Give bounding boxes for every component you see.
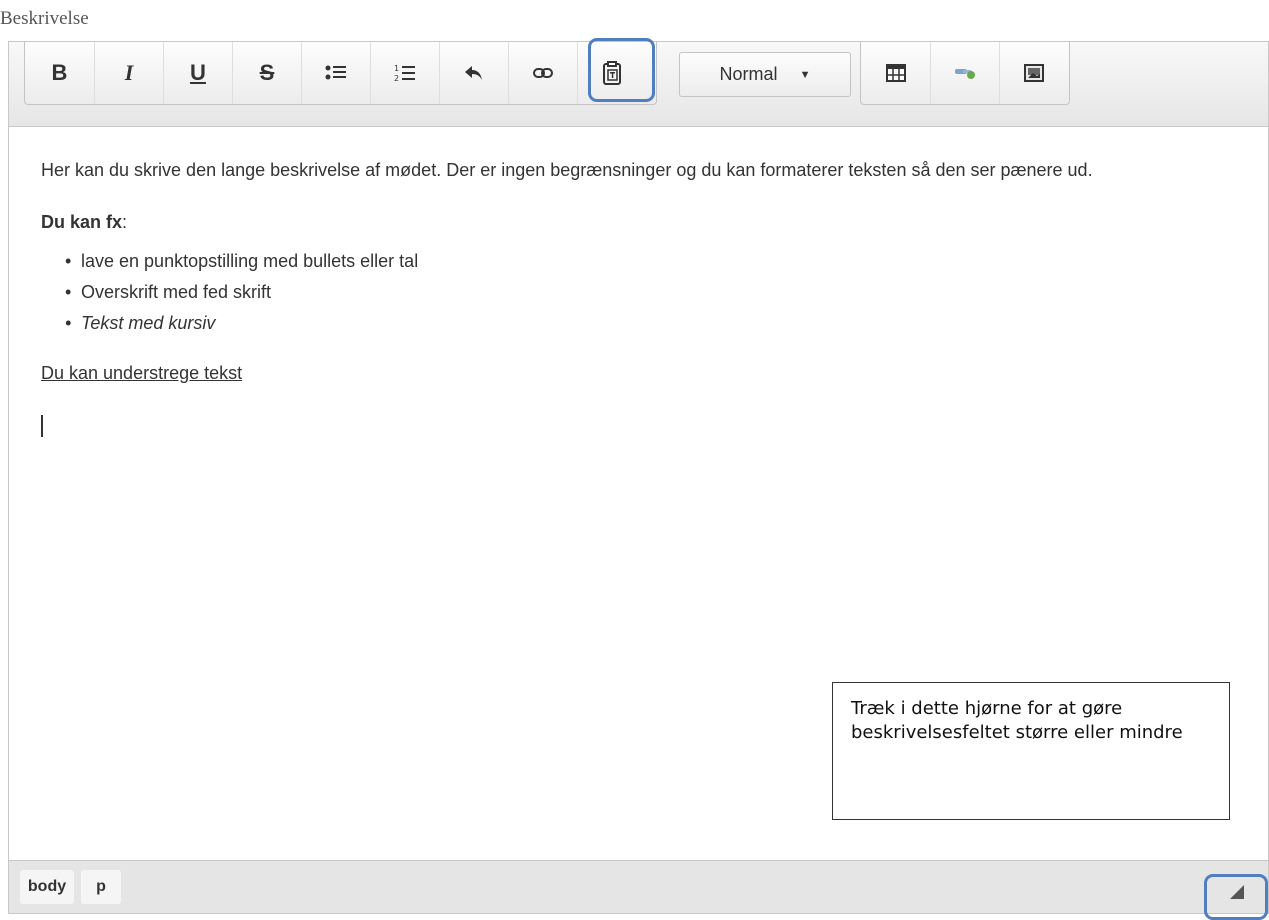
paste-button-highlight — [588, 38, 655, 102]
path-item-body[interactable]: body — [20, 870, 74, 904]
list-item: Tekst med kursiv — [65, 308, 1242, 339]
format-dropdown-value: Normal — [719, 64, 778, 84]
numbered-list-button[interactable]: 12 — [370, 42, 439, 104]
undo-button[interactable] — [439, 42, 508, 104]
text-cursor — [41, 415, 43, 438]
undo-icon — [465, 66, 482, 80]
hyperlink-key-icon — [955, 69, 975, 79]
bullet-list: lave en punktopstilling med bullets elle… — [41, 246, 1242, 339]
empty-paragraph — [41, 409, 1242, 441]
toolbar-group-formatting: B I U S 12 — [24, 42, 657, 105]
list-item: lave en punktopstilling med bullets elle… — [65, 246, 1242, 277]
italic-button[interactable]: I — [94, 42, 163, 104]
insert-image-button[interactable] — [999, 42, 1068, 104]
link-button[interactable] — [508, 42, 577, 104]
insert-table-button[interactable] — [861, 42, 930, 104]
strikethrough-icon: S — [259, 60, 275, 85]
table-icon — [885, 64, 906, 82]
resize-tip-callout: Træk i dette hjørne for at gøre beskrive… — [832, 682, 1230, 820]
bulleted-list-icon — [325, 65, 346, 80]
strikethrough-button[interactable]: S — [232, 42, 301, 104]
numbered-list-icon: 12 — [394, 64, 415, 83]
path-item-p[interactable]: p — [81, 870, 121, 904]
image-icon — [1024, 64, 1044, 82]
heading-suffix: : — [122, 212, 128, 232]
svg-text:1: 1 — [394, 64, 399, 73]
resize-corner-highlight — [1204, 874, 1268, 920]
link-icon — [533, 68, 553, 78]
paragraph-description: Her kan du skrive den lange beskrivelse … — [41, 160, 1093, 180]
toolbar-group-insert — [860, 42, 1070, 105]
svg-text:2: 2 — [394, 74, 399, 83]
chevron-down-icon: ▼ — [799, 68, 811, 81]
underlined-paragraph: Du kan understrege tekst — [41, 363, 243, 383]
bold-button[interactable]: B — [25, 42, 94, 104]
field-label: Beskrivelse — [0, 8, 89, 29]
italic-icon: I — [124, 60, 134, 85]
paragraph-heading: Du kan fx: — [41, 206, 1242, 238]
underline-icon: U — [190, 60, 206, 85]
underline-button[interactable]: U — [163, 42, 232, 104]
list-item: Overskrift med fed skrift — [65, 277, 1242, 308]
insert-link-button[interactable] — [930, 42, 999, 104]
format-dropdown[interactable]: Normal ▼ — [679, 52, 851, 97]
bold-text: Du kan fx — [41, 212, 123, 232]
bold-icon: B — [51, 60, 68, 85]
element-path-bar: body p — [9, 860, 1268, 913]
bulleted-list-button[interactable] — [301, 42, 370, 104]
